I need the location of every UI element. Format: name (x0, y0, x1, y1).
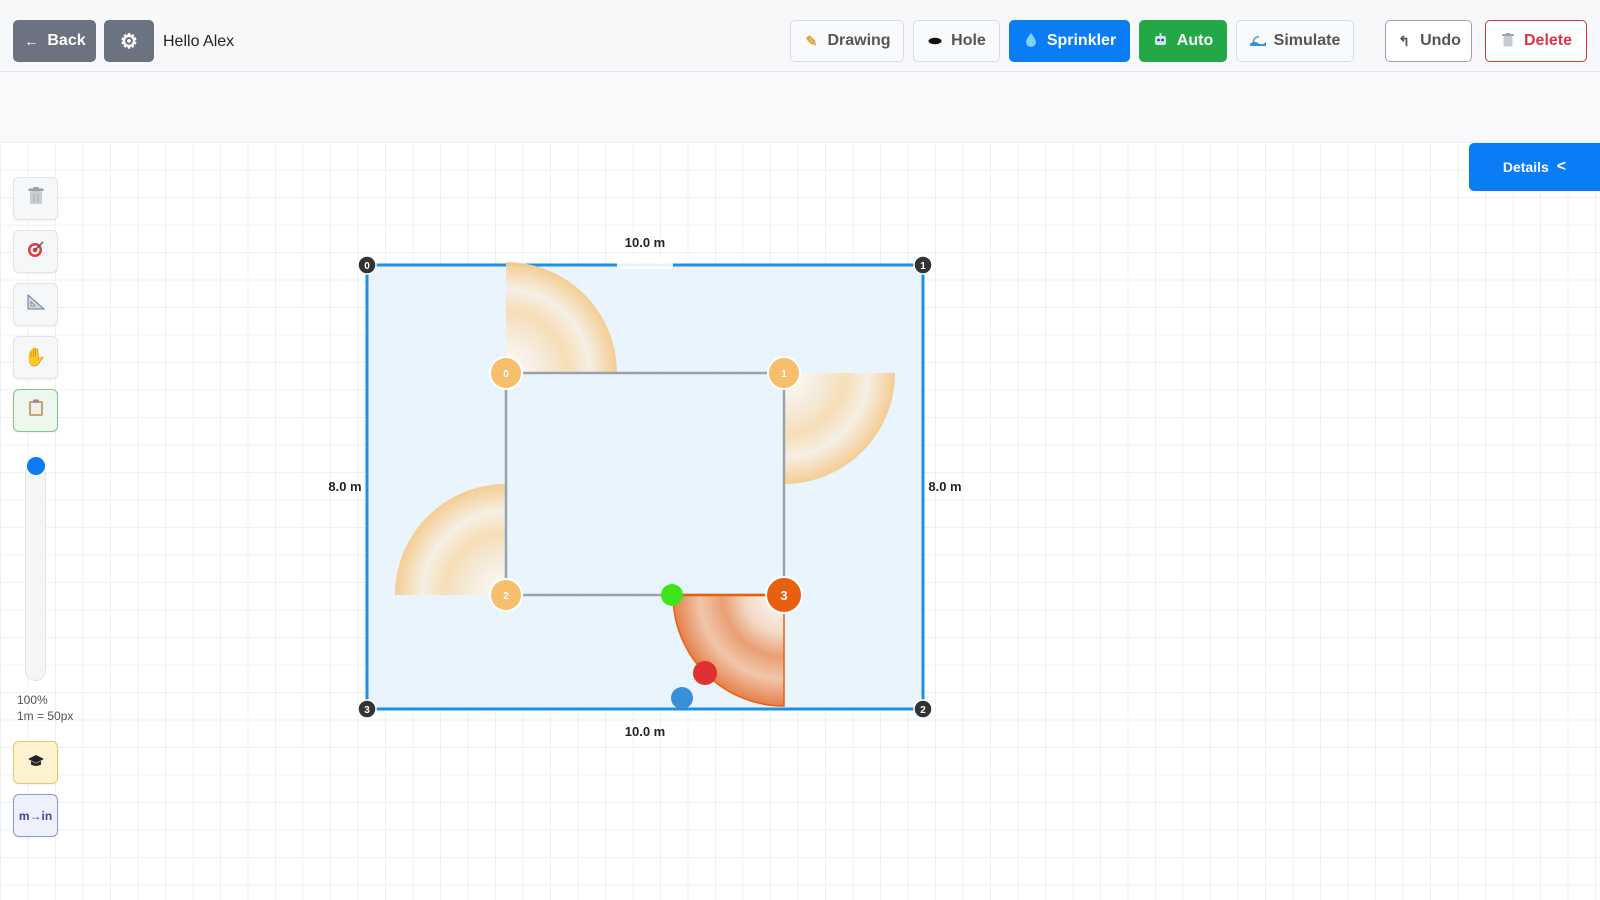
simulate-tool-button[interactable]: Simulate (1236, 20, 1354, 62)
user-greeting: Hello Alex (163, 33, 235, 50)
graduation-cap-icon (27, 753, 45, 773)
svg-text:3: 3 (364, 705, 370, 716)
back-button[interactable]: ← Back (13, 20, 96, 62)
details-panel-toggle[interactable]: Details < (1469, 143, 1600, 191)
hole-icon (927, 33, 943, 49)
sprinkler-tool-button[interactable]: Sprinkler (1009, 20, 1130, 62)
drawing-label: Drawing (827, 32, 891, 49)
trash-icon (28, 187, 44, 210)
sprinkler-head-3-selected[interactable]: 3 (765, 576, 803, 614)
sprinkler-label: Sprinkler (1046, 32, 1117, 49)
delete-button[interactable]: Delete (1485, 20, 1587, 62)
svg-text:2: 2 (503, 591, 509, 602)
sprinkler-head-1[interactable]: 1 (767, 356, 801, 390)
arc-end-handle[interactable] (671, 687, 693, 709)
auto-tool-button[interactable]: Auto (1139, 20, 1227, 62)
measure-tool[interactable] (13, 283, 58, 326)
target-tool[interactable] (13, 230, 58, 273)
lawn-area[interactable] (365, 263, 925, 711)
svg-text:3: 3 (780, 588, 787, 603)
clear-tool[interactable] (13, 177, 58, 220)
svg-text:1: 1 (920, 261, 926, 272)
hole-label: Hole (951, 32, 986, 49)
svg-text:0: 0 (364, 261, 370, 272)
auto-label: Auto (1176, 32, 1214, 49)
delete-label: Delete (1523, 32, 1573, 49)
robot-icon (1153, 32, 1169, 50)
simulate-label: Simulate (1273, 32, 1341, 49)
notes-tool[interactable] (13, 389, 58, 432)
secondary-bar (0, 72, 1600, 142)
pencil-icon: ✎ (805, 32, 818, 49)
unit-toggle-label: m→in (18, 808, 53, 823)
radius-handle[interactable] (693, 661, 717, 685)
water-drop-icon (1023, 32, 1039, 50)
undo-icon: ↰ (1398, 32, 1410, 49)
wave-icon (1249, 33, 1266, 49)
lawn-corner-0[interactable]: 0 (357, 255, 377, 275)
undo-button[interactable]: ↰ Undo (1385, 20, 1472, 62)
details-label: Details (1502, 159, 1549, 175)
zoom-percent: 100% (17, 693, 48, 707)
pan-tool[interactable]: ✋ (13, 336, 58, 379)
zoom-slider-thumb[interactable] (27, 457, 45, 475)
zoom-slider-track[interactable] (25, 463, 46, 681)
target-icon (27, 240, 45, 263)
scale-readout: 1m = 50px (17, 709, 74, 723)
arrow-left-icon: ← (24, 33, 39, 49)
sprinkler-head-2[interactable]: 2 (489, 578, 523, 612)
lawn-corner-3[interactable]: 3 (357, 699, 377, 719)
trash-icon (1500, 32, 1516, 50)
ruler-triangle-icon (27, 293, 45, 315)
unit-toggle-button[interactable]: m→in (13, 794, 58, 837)
tutorial-button[interactable] (13, 741, 58, 784)
sprinkler-head-0[interactable]: 0 (489, 356, 523, 390)
back-label: Back (47, 32, 86, 49)
top-toolbar: ← Back ⚙ Hello Alex ✎ Drawing Hole Sprin… (0, 0, 1600, 72)
svg-text:0: 0 (503, 369, 509, 380)
undo-label: Undo (1420, 32, 1461, 49)
lawn-corner-2[interactable]: 2 (913, 699, 933, 719)
drawing-tool-button[interactable]: ✎ Drawing (790, 20, 904, 62)
settings-button[interactable]: ⚙ (104, 20, 154, 62)
gear-icon: ⚙ (120, 30, 138, 53)
rotation-handle-start[interactable] (661, 584, 683, 606)
clipboard-icon (28, 399, 44, 422)
chevron-left-icon: < (1556, 158, 1567, 175)
hand-icon: ✋ (24, 347, 47, 367)
lawn-corner-1[interactable]: 1 (913, 255, 933, 275)
hole-tool-button[interactable]: Hole (913, 20, 1000, 62)
svg-text:2: 2 (920, 705, 926, 716)
svg-text:1: 1 (781, 369, 787, 380)
